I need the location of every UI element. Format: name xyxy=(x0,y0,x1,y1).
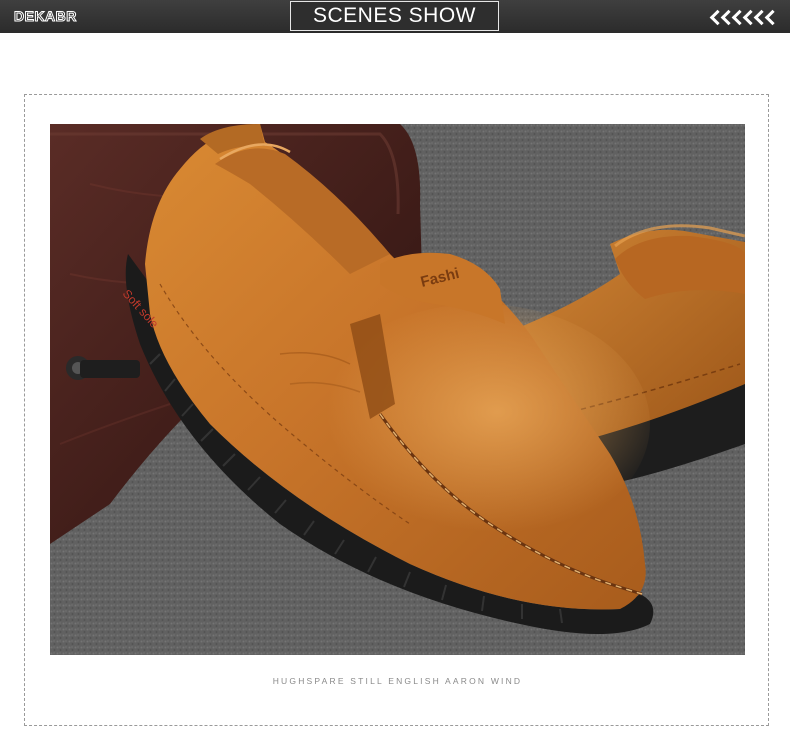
chevron-left-icon xyxy=(763,7,774,27)
chevron-left-icon xyxy=(741,7,752,27)
product-photo: Fashi Soft sole xyxy=(50,124,745,655)
brand-logo[interactable]: DEKABR xyxy=(14,5,106,27)
chevron-left-icons xyxy=(708,7,774,27)
chevron-left-icon xyxy=(752,7,763,27)
chevron-left-icon xyxy=(730,7,741,27)
brand-name: DEKABR xyxy=(14,8,77,25)
chevron-left-icon xyxy=(719,7,730,27)
photo-caption: HUGHSPARE STILL ENGLISH AARON WIND xyxy=(272,676,523,686)
top-banner: DEKABR SCENES SHOW xyxy=(0,0,790,33)
section-title-box: SCENES SHOW xyxy=(290,1,499,31)
section-title: SCENES SHOW xyxy=(312,4,477,27)
chevron-left-icon xyxy=(708,7,719,27)
